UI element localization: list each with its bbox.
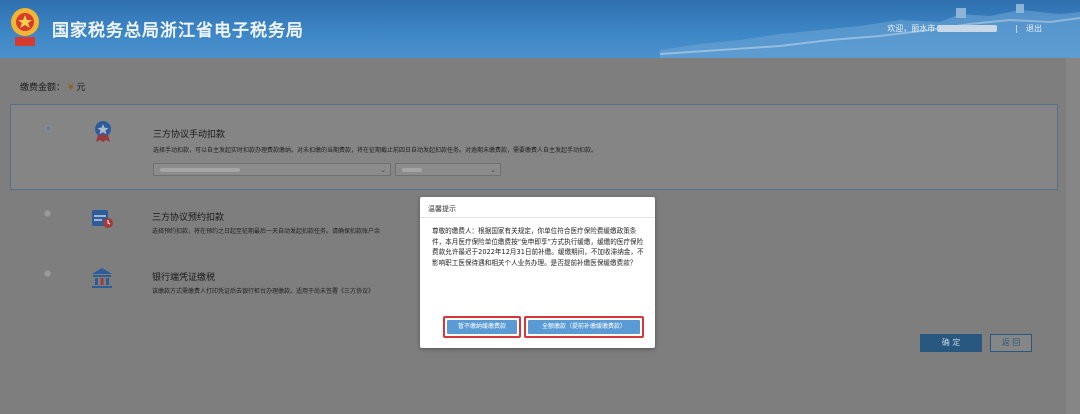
chevron-down-icon: ⌄	[490, 166, 496, 174]
site-title: 国家税务总局浙江省电子税务局	[52, 21, 304, 41]
bank-account-select[interactable]: ⌄	[153, 163, 391, 176]
user-name-redacted	[937, 25, 998, 32]
option-description: 选择预约扣款，将在预约之日起至征期最后一天自动发起扣款任务。请确保扣款账户余	[152, 228, 381, 235]
radio-scheduled-deduction[interactable]	[44, 210, 51, 217]
select-value-redacted	[402, 168, 422, 172]
page-scrollbar[interactable]	[1066, 58, 1080, 414]
defer-payment-button[interactable]: 暂不缴纳缓缴费款	[447, 320, 517, 334]
dialog-divider	[420, 217, 655, 218]
confirm-button[interactable]: 确 定	[920, 334, 982, 352]
select-value-redacted	[160, 168, 240, 172]
reminder-dialog: 温馨提示 尊敬的缴费人：根据国家有关规定，你单位符合医疗保险费缓缴政策条件，本月…	[420, 197, 655, 348]
payment-amount: 缴费金额： ¥ 元	[20, 80, 86, 93]
option-title: 三方协议预约扣款	[152, 213, 225, 223]
tax-emblem-icon	[11, 8, 39, 46]
dialog-title: 温馨提示	[428, 205, 456, 213]
header-separator: |	[1015, 24, 1018, 33]
pay-all-button[interactable]: 全额缴款（提前补缴缓缴费款）	[528, 320, 640, 334]
option-title: 银行端凭证缴税	[152, 273, 216, 283]
radio-manual-deduction[interactable]	[45, 125, 52, 132]
chevron-down-icon: ⌄	[380, 166, 386, 174]
radio-bank-voucher[interactable]	[44, 270, 51, 277]
option-title: 三方协议手动扣款	[153, 130, 226, 140]
calendar-clock-icon	[92, 210, 113, 228]
welcome-text: 欢迎，丽水市	[887, 24, 936, 33]
top-header: 国家税务总局浙江省电子税务局 欢迎，丽水市 | 退出	[0, 0, 1080, 58]
option-description: 该缴款方式需缴费人打印凭证后去银行柜台办理缴款。适用于尚未签署《三方协议》	[152, 288, 375, 295]
medal-icon	[95, 121, 111, 142]
pay-all-button-highlight: 全额缴款（提前补缴缓缴费款）	[524, 316, 644, 338]
defer-payment-button-highlight: 暂不缴纳缓缴费款	[443, 316, 521, 338]
tax-office-select[interactable]: ⌄	[395, 163, 501, 176]
bank-icon	[92, 268, 112, 288]
option-description: 选择手动扣款，可以自主发起实时扣款办理费款缴纳。对未扣缴的当期费款，将在征期截止…	[153, 147, 598, 154]
dialog-message: 尊敬的缴费人：根据国家有关规定，你单位符合医疗保险费缓缴政策条件，本月医疗保险单…	[432, 227, 644, 267]
amount-unit: 元	[76, 83, 86, 93]
back-button[interactable]: 返 回	[990, 334, 1032, 352]
user-area: 欢迎，丽水市 | 退出	[887, 23, 1042, 34]
currency-symbol: ¥	[67, 83, 74, 93]
amount-label: 缴费金额：	[20, 83, 66, 93]
option-manual-deduction[interactable]: 三方协议手动扣款 选择手动扣款，可以自主发起实时扣款办理费款缴纳。对未扣缴的当期…	[10, 104, 1058, 190]
logout-link[interactable]: 退出	[1026, 23, 1042, 34]
